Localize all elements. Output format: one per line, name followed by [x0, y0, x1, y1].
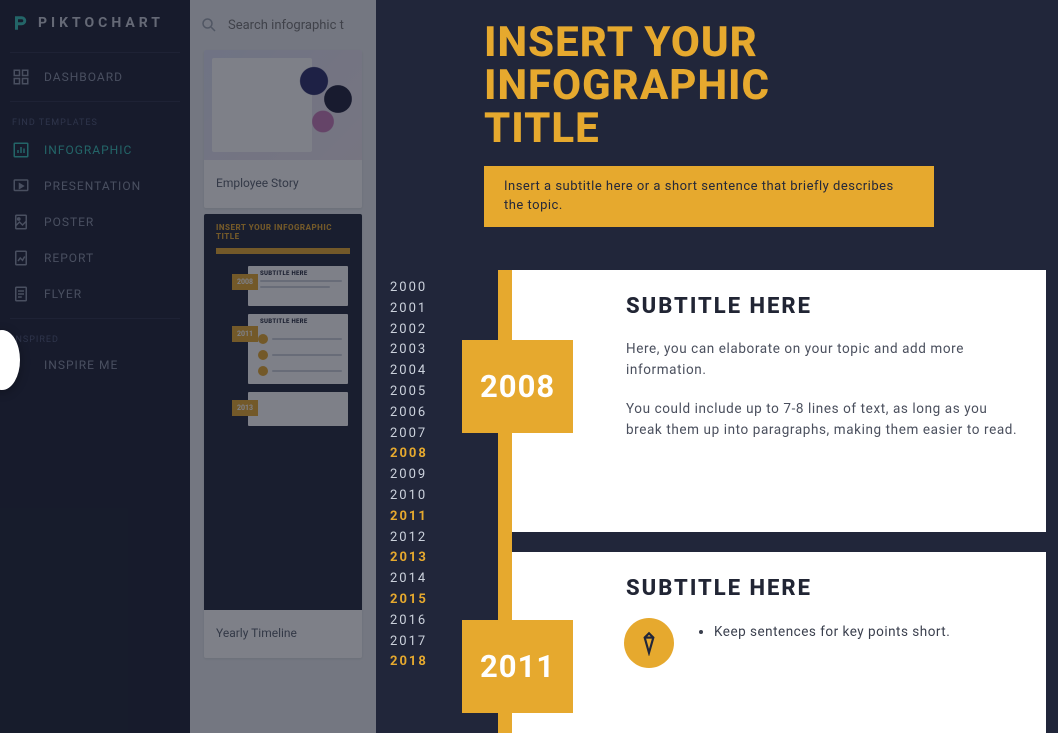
title-block[interactable]: INSERT YOUR INFOGRAPHIC TITLE Insert a s… [376, 0, 1058, 227]
infographic-subtitle[interactable]: Insert a subtitle here or a short senten… [484, 166, 934, 226]
card-thumbnail: INSERT YOUR INFOGRAPHIC TITLE 2008 2011 … [204, 214, 362, 610]
nav-label: FLYER [44, 287, 82, 301]
nav-label: DASHBOARD [44, 70, 123, 84]
timeline-year[interactable]: 2008 [390, 444, 440, 465]
year-badge[interactable]: 2011 [462, 620, 573, 713]
flyer-icon [12, 285, 30, 303]
timeline-year[interactable]: 2002 [390, 320, 440, 341]
timeline-year[interactable]: 2014 [390, 569, 440, 590]
search-icon [200, 16, 218, 34]
sidebar-item-inspire-me[interactable]: INSPIRE ME [0, 349, 190, 381]
piktochart-logo-icon [12, 14, 30, 32]
template-card-employee-story[interactable]: Employee Story [204, 50, 362, 208]
thumb-subtitle-bar [216, 248, 350, 254]
search-row [190, 0, 376, 44]
timeline-year[interactable]: 2011 [390, 507, 440, 528]
timeline-year[interactable]: 2004 [390, 361, 440, 382]
pencil-icon[interactable] [624, 618, 674, 668]
infographic-title-line: INSERT YOUR [484, 22, 1058, 65]
timeline-year[interactable]: 2006 [390, 403, 440, 424]
sidebar-item-infographic[interactable]: INFOGRAPHIC [0, 132, 190, 168]
entry-heading[interactable]: SUBTITLE HERE [626, 294, 1026, 319]
divider [10, 52, 180, 53]
thumb-title: INSERT YOUR INFOGRAPHIC TITLE [204, 214, 362, 246]
infographic-title-line: TITLE [484, 108, 1058, 151]
nav-label: REPORT [44, 251, 94, 265]
divider [10, 101, 180, 102]
infographic-title-line: INFOGRAPHIC [484, 65, 1058, 108]
timeline-year[interactable]: 2016 [390, 611, 440, 632]
timeline-year[interactable]: 2000 [390, 278, 440, 299]
nav-label: INSPIRE ME [12, 358, 118, 372]
sidebar-item-report[interactable]: REPORT [0, 240, 190, 276]
dashboard-icon [12, 68, 30, 86]
timeline-entry-2008[interactable]: 2008 SUBTITLE HERE Here, you can elabora… [498, 270, 1046, 532]
timeline-year-column[interactable]: 2000200120022003200420052006200720082009… [390, 270, 440, 733]
timeline-year[interactable]: 2017 [390, 632, 440, 653]
nav-section-find-templates: FIND TEMPLATES [0, 108, 190, 132]
template-gallery: Employee Story INSERT YOUR INFOGRAPHIC T… [190, 0, 376, 733]
timeline-year[interactable]: 2013 [390, 548, 440, 569]
nav-label: INFOGRAPHIC [44, 143, 132, 157]
timeline-year[interactable]: 2009 [390, 465, 440, 486]
card-thumbnail [204, 50, 362, 160]
presentation-icon [12, 177, 30, 195]
entry-bullet: Keep sentences for key points short. [714, 622, 950, 642]
timeline-year[interactable]: 2012 [390, 528, 440, 549]
nav-label: POSTER [44, 215, 94, 229]
entry-bullet-list[interactable]: Keep sentences for key points short. [698, 622, 950, 642]
timeline-year[interactable]: 2007 [390, 424, 440, 445]
sidebar-item-poster[interactable]: POSTER [0, 204, 190, 240]
timeline-year[interactable]: 2018 [390, 652, 440, 673]
thumb-year-badge: 2011 [232, 326, 258, 342]
editor-canvas[interactable]: INSERT YOUR INFOGRAPHIC TITLE Insert a s… [376, 0, 1058, 733]
nav-section-inspired: INSPIRED [0, 325, 190, 349]
report-icon [12, 249, 30, 267]
brand-text: PIKTOCHART [38, 15, 164, 31]
timeline-year[interactable]: 2015 [390, 590, 440, 611]
entry-paragraph[interactable]: Here, you can elaborate on your topic an… [626, 339, 1026, 381]
template-card-yearly-timeline[interactable]: INSERT YOUR INFOGRAPHIC TITLE 2008 2011 … [204, 214, 362, 658]
sidebar: PIKTOCHART DASHBOARD FIND TEMPLATES INFO… [0, 0, 190, 733]
year-badge[interactable]: 2008 [462, 340, 573, 433]
sidebar-item-presentation[interactable]: PRESENTATION [0, 168, 190, 204]
logo[interactable]: PIKTOCHART [0, 0, 190, 46]
thumb-subtitle: SUBTITLE HERE [260, 270, 308, 277]
card-label: Yearly Timeline [204, 610, 362, 658]
infographic-icon [12, 141, 30, 159]
card-label: Employee Story [204, 160, 362, 208]
entry-heading[interactable]: SUBTITLE HERE [626, 576, 1026, 601]
timeline-year[interactable]: 2001 [390, 299, 440, 320]
timeline-year[interactable]: 2005 [390, 382, 440, 403]
thumb-year-badge: 2013 [232, 400, 258, 416]
sidebar-item-dashboard[interactable]: DASHBOARD [0, 59, 190, 95]
timeline-year[interactable]: 2010 [390, 486, 440, 507]
divider [10, 318, 180, 319]
sidebar-item-flyer[interactable]: FLYER [0, 276, 190, 312]
timeline-entry-2011[interactable]: 2011 SUBTITLE HERE Keep sentences for ke… [498, 552, 1046, 733]
nav-label: PRESENTATION [44, 179, 141, 193]
timeline-year[interactable]: 2003 [390, 340, 440, 361]
poster-icon [12, 213, 30, 231]
entry-paragraph[interactable]: You could include up to 7-8 lines of tex… [626, 399, 1026, 441]
thumb-year-badge: 2008 [232, 274, 258, 290]
search-input[interactable] [228, 18, 348, 33]
thumb-subtitle: SUBTITLE HERE [260, 318, 308, 325]
